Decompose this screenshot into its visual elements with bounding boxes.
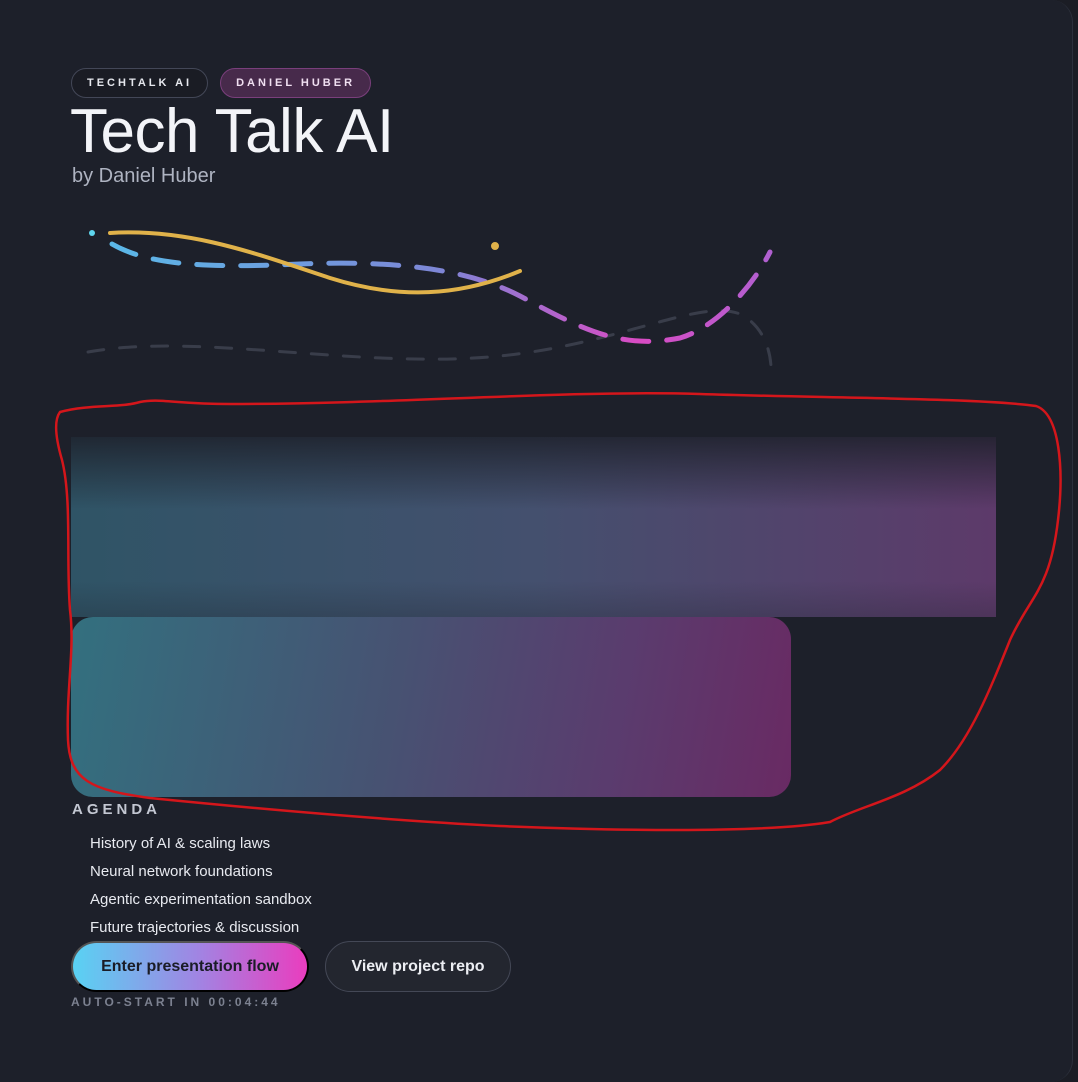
tag-row: TECHTALK AI DANIEL HUBER bbox=[71, 68, 372, 98]
agenda-heading: AGENDA bbox=[72, 801, 162, 818]
yellow-dot bbox=[489, 240, 501, 252]
page-title: Tech Talk AI bbox=[70, 97, 394, 166]
view-repo-button[interactable]: View project repo bbox=[325, 941, 511, 992]
gradient-panel-bottom bbox=[71, 617, 791, 797]
gray-dashed-curve bbox=[86, 309, 773, 377]
agenda-item: Neural network foundations bbox=[90, 863, 273, 880]
agenda-item: History of AI & scaling laws bbox=[90, 835, 271, 852]
gradient-panel-top bbox=[71, 437, 996, 617]
enter-presentation-button[interactable]: Enter presentation flow bbox=[71, 941, 309, 992]
decorative-lines bbox=[86, 230, 773, 377]
tag-techtalk: TECHTALK AI bbox=[71, 68, 209, 98]
agenda-item: Agentic experimentation sandbox bbox=[90, 891, 312, 908]
agenda-list: History of AI & scaling laws Neural netw… bbox=[90, 834, 312, 946]
page-subtitle: by Daniel Huber bbox=[72, 165, 216, 187]
autostart-countdown: AUTO-START IN 00:04:44 bbox=[71, 995, 281, 1009]
hero-card: TECHTALK AI DANIEL HUBER Tech Talk AI by… bbox=[0, 0, 1073, 1082]
tag-speaker: DANIEL HUBER bbox=[220, 68, 372, 98]
cyan-dot bbox=[89, 230, 95, 236]
